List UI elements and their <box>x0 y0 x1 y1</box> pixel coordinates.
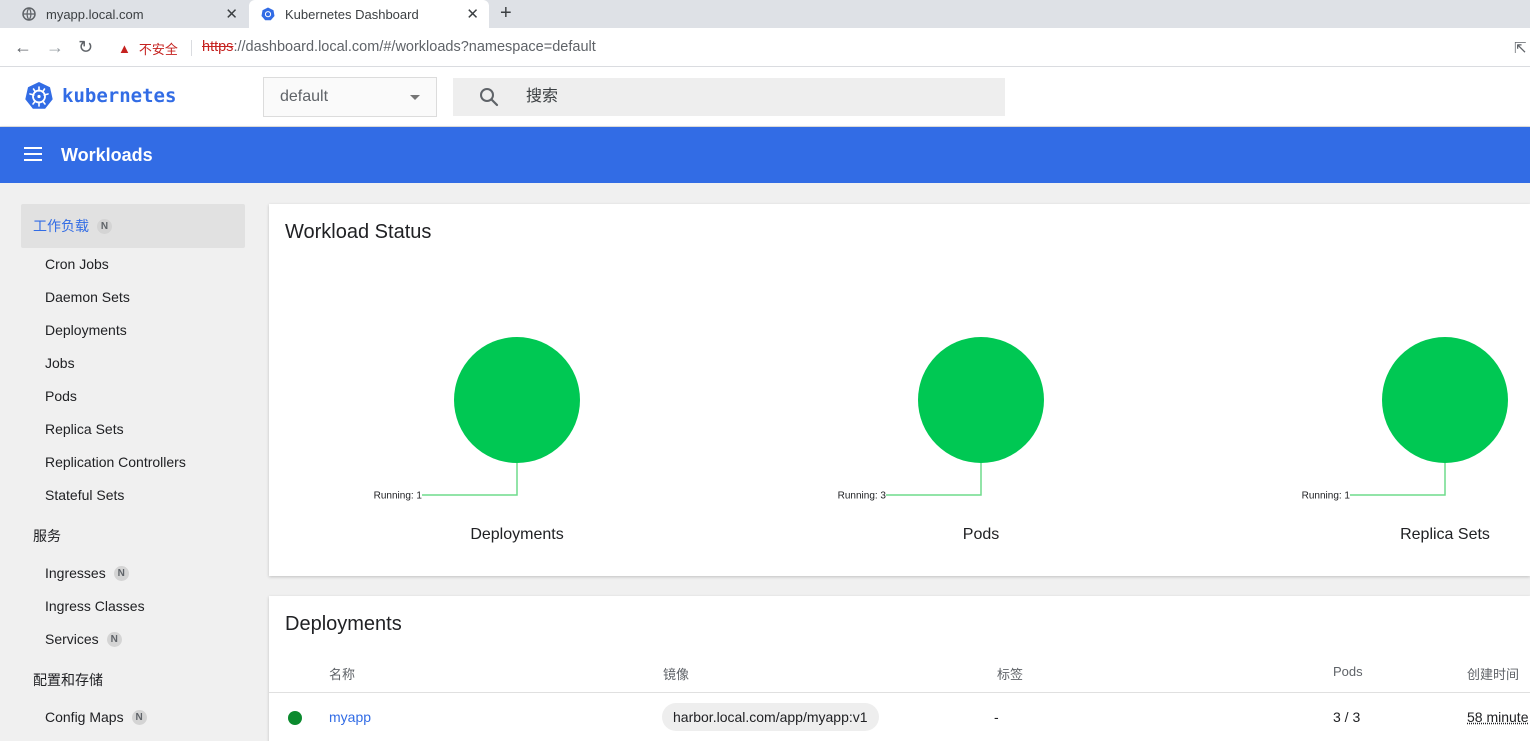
url-scheme: https <box>202 39 234 55</box>
dashboard-header: kubernetes default <box>0 67 1530 127</box>
browser-tab-title: Kubernetes Dashboard <box>285 6 419 22</box>
sidebar-item-services[interactable]: Services N <box>45 631 122 647</box>
sidebar-item-stateful-sets[interactable]: Stateful Sets <box>45 487 124 503</box>
sidebar-item-replication-controllers[interactable]: Replication Controllers <box>45 454 186 470</box>
namespaced-badge: N <box>131 709 147 725</box>
search-input[interactable] <box>526 78 986 116</box>
card-title: Deployments <box>285 613 402 635</box>
share-icon[interactable]: ⇱ <box>1514 39 1527 57</box>
namespaced-badge: N <box>97 218 112 234</box>
pie-running-label: Running: 3 <box>838 491 887 502</box>
deployment-pods: 3 / 3 <box>1333 709 1361 725</box>
globe-icon <box>22 7 36 21</box>
workload-status-charts: Running: 1 Running: 3 Running: 1 <box>374 337 1508 502</box>
chevron-down-icon <box>410 95 420 100</box>
url-field[interactable]: https://dashboard.local.com/#/workloads?… <box>202 39 596 55</box>
sidebar-item-label: Config Maps <box>45 709 124 725</box>
deployment-labels: - <box>994 709 999 725</box>
column-header-pods: Pods <box>1333 664 1363 679</box>
sidebar-section-workloads[interactable]: 工作负载 N <box>21 204 245 248</box>
warning-icon: ▲ <box>118 41 131 56</box>
sidebar-nav: 工作负载 N Cron Jobs Daemon Sets Deployments… <box>0 183 265 741</box>
browser-tab-title: myapp.local.com <box>46 6 144 22</box>
divider <box>191 40 192 56</box>
column-header-created[interactable]: 创建时间 <box>1467 664 1519 683</box>
sidebar-item-cron-jobs[interactable]: Cron Jobs <box>45 256 109 272</box>
kubernetes-logo[interactable]: kubernetes <box>24 81 176 111</box>
pie-label-leader-line <box>422 463 518 496</box>
status-pie-deployments <box>454 337 580 463</box>
namespaced-badge: N <box>113 565 129 581</box>
sidebar-item-label: Ingresses <box>45 565 106 581</box>
deployments-card: Deployments 名称 镜像 标签 Pods 创建时间 myapp har… <box>269 596 1530 741</box>
page-toolbar: Workloads <box>0 127 1530 183</box>
chart-name-replica-sets: Replica Sets <box>1400 526 1490 543</box>
sidebar-item-deployments[interactable]: Deployments <box>45 322 127 338</box>
column-header-labels: 标签 <box>997 667 1024 682</box>
kubernetes-favicon-icon <box>261 7 275 21</box>
sidebar-section-services[interactable]: 服务 <box>33 526 61 546</box>
sidebar-item-ingresses[interactable]: Ingresses N <box>45 565 129 581</box>
back-arrow-icon[interactable]: ← <box>14 37 32 58</box>
security-label: 不安全 <box>138 42 178 57</box>
chart-name-pods: Pods <box>962 526 1000 543</box>
sidebar-item-daemon-sets[interactable]: Daemon Sets <box>45 289 130 305</box>
deployment-created: 58 minute <box>1467 709 1529 725</box>
security-warning[interactable]: ▲ 不安全 <box>118 39 178 58</box>
sidebar-item-pods[interactable]: Pods <box>45 388 77 404</box>
close-icon[interactable]: ✕ <box>466 5 479 23</box>
pie-running-label: Running: 1 <box>1302 491 1351 502</box>
pie-running-label: Running: 1 <box>374 491 423 502</box>
namespace-value: default <box>280 88 329 105</box>
sidebar-item-replica-sets[interactable]: Replica Sets <box>45 421 124 437</box>
sidebar-item-config-maps[interactable]: Config Maps N <box>45 709 147 725</box>
namespace-select[interactable]: default <box>263 77 437 117</box>
sidebar-section-label: 工作负载 <box>33 218 89 234</box>
browser-tab-myapp[interactable]: myapp.local.com ✕ <box>0 0 248 28</box>
new-tab-icon[interactable]: + <box>500 2 512 25</box>
column-header-image: 镜像 <box>663 667 690 682</box>
sidebar-item-label: Services <box>45 631 99 647</box>
sidebar-item-ingress-classes[interactable]: Ingress Classes <box>45 598 145 614</box>
workload-status-card: Workload Status Running: 1 Running: 3 Runn… <box>269 204 1530 576</box>
search-icon[interactable] <box>479 87 499 112</box>
reload-icon[interactable]: ↻ <box>78 37 93 58</box>
hamburger-menu-icon[interactable] <box>24 147 42 161</box>
status-pie-replica-sets <box>1382 337 1508 463</box>
image-chip: harbor.local.com/app/myapp:v1 <box>662 703 879 731</box>
browser-tab-strip: myapp.local.com ✕ Kubernetes Dashboard ✕… <box>0 0 1530 28</box>
logo-text: kubernetes <box>62 85 177 107</box>
page-title: Workloads <box>61 145 153 165</box>
deployment-name-link[interactable]: myapp <box>329 709 371 725</box>
url-rest: ://dashboard.local.com/#/workloads?names… <box>233 39 596 55</box>
namespaced-badge: N <box>106 631 122 647</box>
status-ok-icon <box>288 711 302 725</box>
main-content: Workload Status Running: 1 Running: 3 Runn… <box>265 183 1530 741</box>
status-pie-pods <box>918 337 1044 463</box>
sidebar-item-jobs[interactable]: Jobs <box>45 355 75 371</box>
pie-label-leader-line <box>886 463 982 496</box>
column-header-name[interactable]: 名称 <box>329 664 355 683</box>
sidebar-section-config-storage[interactable]: 配置和存储 <box>33 670 103 690</box>
divider <box>269 692 1530 693</box>
forward-arrow-icon[interactable]: → <box>46 37 64 58</box>
address-bar: ← → ↻ ▲ 不安全 https://dashboard.local.com/… <box>0 28 1530 67</box>
pie-label-leader-line <box>1350 463 1446 496</box>
close-icon[interactable]: ✕ <box>225 5 238 23</box>
chart-name-deployments: Deployments <box>470 526 564 543</box>
search-box <box>453 78 1005 116</box>
browser-tab-dashboard[interactable]: Kubernetes Dashboard ✕ <box>249 0 489 28</box>
kubernetes-wheel-icon <box>25 82 53 109</box>
